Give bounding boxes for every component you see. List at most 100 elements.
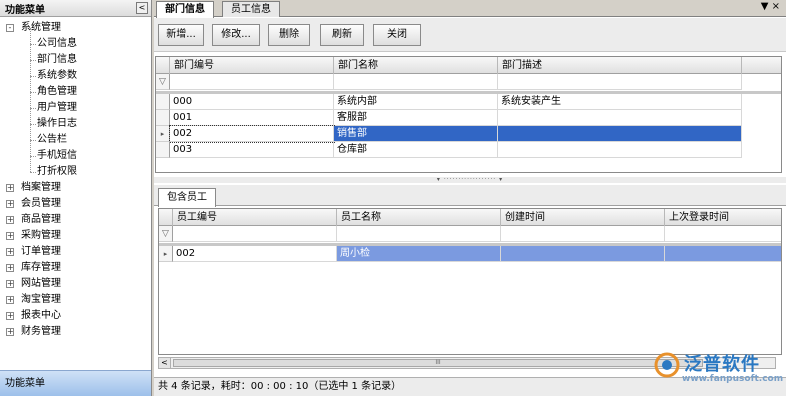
- table-cell[interactable]: [498, 110, 742, 126]
- tree-node-label: 淘宝管理: [21, 294, 61, 305]
- table-cell[interactable]: 客服部: [334, 110, 498, 126]
- scroll-left-arrow[interactable]: <: [159, 358, 171, 368]
- tree-node[interactable]: + 淘宝管理: [0, 292, 151, 308]
- tree-leaf[interactable]: 公告栏: [0, 132, 151, 148]
- tree-node[interactable]: + 网站管理: [0, 276, 151, 292]
- table-row[interactable]: ▸ 002 周小检: [159, 246, 781, 262]
- filter-cell[interactable]: [498, 74, 742, 90]
- table-cell[interactable]: 002: [173, 246, 337, 262]
- expand-icon[interactable]: +: [6, 264, 14, 272]
- table-cell[interactable]: 000: [170, 94, 334, 110]
- filter-cell[interactable]: [665, 226, 781, 242]
- col-dept-desc[interactable]: 部门描述: [498, 57, 742, 74]
- tree-leaf[interactable]: 用户管理: [0, 100, 151, 116]
- filter-icon: ▽: [156, 74, 170, 90]
- table-cell[interactable]: 001: [170, 110, 334, 126]
- row-selector[interactable]: ▸: [156, 126, 170, 142]
- table-cell[interactable]: 系统内部: [334, 94, 498, 110]
- table-row[interactable]: ▸ 002 销售部: [156, 125, 781, 143]
- employee-grid: 员工编号 员工名称 创建时间 上次登录时间 ▽ ▸ 002 周小检: [158, 208, 782, 355]
- delete-button[interactable]: 删除: [268, 24, 310, 46]
- col-emp-name[interactable]: 员工名称: [337, 209, 501, 226]
- filter-row[interactable]: ▽: [159, 226, 781, 242]
- tree-leaf-label: 用户管理: [37, 102, 77, 113]
- expand-icon[interactable]: +: [6, 312, 14, 320]
- tree-node[interactable]: + 报表中心: [0, 308, 151, 324]
- tree-leaf[interactable]: 部门信息: [0, 52, 151, 68]
- table-row[interactable]: 003 仓库部: [156, 142, 781, 158]
- tree-node-label: 订单管理: [21, 246, 61, 257]
- tree-leaf[interactable]: 角色管理: [0, 84, 151, 100]
- filter-cell[interactable]: [170, 74, 334, 90]
- splitter-handle[interactable]: ▾ ·················· ▾: [154, 177, 786, 183]
- collapse-panel-button[interactable]: <: [136, 2, 148, 14]
- tree-node[interactable]: + 档案管理: [0, 180, 151, 196]
- filter-cell[interactable]: [337, 226, 501, 242]
- table-cell[interactable]: 002: [169, 125, 335, 143]
- dept-grid: 部门编号 部门名称 部门描述 ▽ 000 系统内部 系统安装产生 001 客服部 ▸ 002…: [155, 56, 782, 173]
- tree-leaf-label: 部门信息: [37, 54, 77, 65]
- function-menu-footer[interactable]: 功能菜单: [0, 370, 151, 396]
- filter-cell[interactable]: [173, 226, 337, 242]
- tree-leaf[interactable]: 公司信息: [0, 36, 151, 52]
- filter-cell[interactable]: [334, 74, 498, 90]
- tree-node[interactable]: + 订单管理: [0, 244, 151, 260]
- tree-leaf[interactable]: 操作日志: [0, 116, 151, 132]
- tab-employee-info[interactable]: 员工信息: [222, 1, 280, 17]
- col-emp-code[interactable]: 员工编号: [173, 209, 337, 226]
- row-selector[interactable]: [156, 142, 170, 158]
- row-selector[interactable]: [156, 94, 170, 110]
- vendor-watermark: 泛普软件 www.fanpusoft.com: [654, 350, 784, 386]
- filter-row[interactable]: ▽: [156, 74, 781, 90]
- row-selector[interactable]: ▸: [159, 246, 173, 262]
- tree-node-label: 网站管理: [21, 278, 61, 289]
- table-cell[interactable]: 销售部: [334, 126, 498, 142]
- col-dept-code[interactable]: 部门编号: [170, 57, 334, 74]
- expand-icon[interactable]: +: [6, 280, 14, 288]
- table-cell[interactable]: 周小检: [337, 246, 501, 262]
- function-menu-panel: 功能菜单 < - 系统管理 公司信息部门信息系统参数 角色管理用户管理操作日志 公告栏手…: [0, 0, 152, 396]
- tree-node[interactable]: - 系统管理: [0, 20, 151, 36]
- tree-leaf[interactable]: 打折权限: [0, 164, 151, 180]
- table-cell[interactable]: 系统安装产生: [498, 94, 742, 110]
- expand-icon[interactable]: +: [6, 328, 14, 336]
- expand-icon[interactable]: +: [6, 200, 14, 208]
- table-cell[interactable]: 003: [170, 142, 334, 158]
- document-tabs: 部门信息 员工信息 ▼ ×: [154, 0, 786, 18]
- table-cell[interactable]: [665, 246, 781, 262]
- expand-icon[interactable]: +: [6, 184, 14, 192]
- tree-node[interactable]: + 库存管理: [0, 260, 151, 276]
- table-cell[interactable]: [501, 246, 665, 262]
- tree-node[interactable]: + 商品管理: [0, 212, 151, 228]
- tree-node[interactable]: + 会员管理: [0, 196, 151, 212]
- table-cell[interactable]: 仓库部: [334, 142, 498, 158]
- tree-node[interactable]: + 采购管理: [0, 228, 151, 244]
- table-row[interactable]: 001 客服部: [156, 110, 781, 126]
- expand-icon[interactable]: +: [6, 216, 14, 224]
- collapse-icon[interactable]: -: [6, 24, 14, 32]
- row-selector[interactable]: [156, 110, 170, 126]
- table-cell[interactable]: [498, 126, 742, 142]
- tab-contained-employees[interactable]: 包含员工: [158, 188, 216, 207]
- close-button[interactable]: 关闭: [373, 24, 421, 46]
- add-button[interactable]: 新增...: [158, 24, 204, 46]
- refresh-button[interactable]: 刷新: [320, 24, 364, 46]
- tree-leaf[interactable]: 手机短信: [0, 148, 151, 164]
- table-row[interactable]: 000 系统内部 系统安装产生: [156, 94, 781, 110]
- col-last-login[interactable]: 上次登录时间: [665, 209, 781, 226]
- tree-leaf[interactable]: 系统参数: [0, 68, 151, 84]
- expand-icon[interactable]: +: [6, 296, 14, 304]
- tab-controls[interactable]: ▼ ×: [761, 1, 780, 12]
- tree-node-label: 报表中心: [21, 310, 61, 321]
- table-cell[interactable]: [498, 142, 742, 158]
- tree-node[interactable]: + 财务管理: [0, 324, 151, 340]
- scroll-thumb[interactable]: III: [173, 359, 703, 367]
- expand-icon[interactable]: +: [6, 232, 14, 240]
- col-created-time[interactable]: 创建时间: [501, 209, 665, 226]
- col-dept-name[interactable]: 部门名称: [334, 57, 498, 74]
- filter-cell[interactable]: [501, 226, 665, 242]
- expand-icon[interactable]: +: [6, 248, 14, 256]
- edit-button[interactable]: 修改...: [212, 24, 260, 46]
- tab-dept-info[interactable]: 部门信息: [156, 1, 214, 18]
- row-selector-header: [159, 209, 173, 226]
